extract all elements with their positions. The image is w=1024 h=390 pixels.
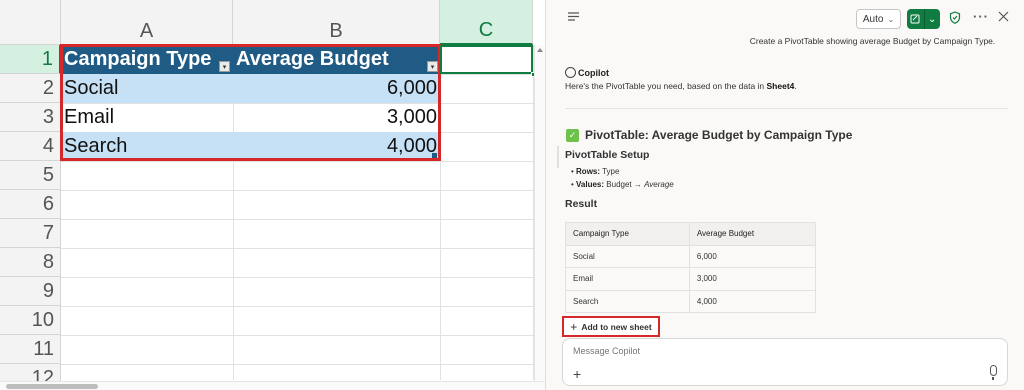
table-cell: Email	[565, 267, 690, 291]
chevron-down-icon[interactable]: ⌄	[923, 9, 941, 29]
row-header-7[interactable]: 7	[0, 219, 61, 248]
select-all-corner[interactable]	[0, 0, 61, 45]
values-value: Budget →	[606, 180, 645, 189]
quote-bar	[557, 146, 559, 168]
divider	[565, 108, 1008, 109]
row-header-2[interactable]: 2	[0, 74, 61, 103]
reply-prefix: Here's the PivotTable you need, based on…	[565, 81, 767, 91]
row-header-1[interactable]: 1	[0, 45, 61, 74]
reply-suffix: .	[794, 81, 797, 91]
result-heading: Result	[565, 198, 598, 210]
gridline	[61, 190, 533, 191]
column-header: Average Budget	[688, 222, 817, 246]
values-aggregation: Average	[644, 180, 674, 189]
rows-value: Type	[602, 167, 620, 176]
reply-sheet-name: Sheet4	[766, 81, 795, 91]
attach-plus-icon[interactable]: +	[573, 366, 581, 382]
pivot-result-table: Campaign Type Average Budget Social 6,00…	[565, 222, 817, 313]
column-header: Campaign Type	[565, 222, 690, 246]
table-cell: Social	[565, 244, 690, 268]
vertical-scrollbar[interactable]	[534, 45, 545, 381]
message-input[interactable]	[573, 346, 973, 356]
table-row: Email 3,000	[565, 267, 817, 291]
column-header-top-b	[233, 0, 440, 18]
table-row: Social 6,000	[565, 244, 817, 268]
row-header-5[interactable]: 5	[0, 161, 61, 190]
table-header-row: Campaign Type Average Budget	[565, 222, 817, 246]
row-header-6[interactable]: 6	[0, 190, 61, 219]
scroll-up-icon[interactable]	[537, 48, 543, 52]
table-row: Search 4,000	[565, 289, 817, 313]
edit-icon[interactable]	[907, 9, 924, 29]
copilot-logo-icon	[565, 67, 576, 78]
gridline	[61, 335, 533, 336]
shield-icon[interactable]	[949, 11, 961, 27]
user-message-bubble: Create a PivotTable showing average Budg…	[749, 36, 996, 46]
table-cell: 6,000	[688, 244, 817, 268]
column-header-b[interactable]: B	[233, 18, 440, 45]
values-label: Values:	[576, 180, 605, 189]
rows-label: Rows:	[576, 167, 601, 176]
column-header-top-a	[61, 0, 233, 18]
active-cell-c1[interactable]	[440, 45, 533, 74]
plus-icon: +	[570, 319, 578, 334]
row-header-9[interactable]: 9	[0, 277, 61, 306]
horizontal-scrollbar[interactable]	[0, 381, 545, 390]
add-to-new-sheet-button[interactable]: + Add to new sheet	[562, 316, 660, 337]
assistant-reply: Here's the PivotTable you need, based on…	[565, 81, 797, 91]
close-icon[interactable]	[998, 10, 1009, 25]
table-resize-handle[interactable]	[432, 153, 437, 158]
edit-mode-button[interactable]: ⌄	[907, 9, 940, 29]
assistant-name: Copilot	[578, 68, 609, 78]
scrollbar-thumb[interactable]	[6, 384, 98, 389]
column-header-a[interactable]: A	[61, 18, 233, 45]
result-title: PivotTable: Average Budget by Campaign T…	[585, 128, 853, 142]
add-to-new-sheet-label: Add to new sheet	[581, 321, 652, 332]
gridline	[61, 219, 533, 220]
setup-heading: PivotTable Setup	[565, 149, 650, 161]
gridline	[61, 306, 533, 307]
table-cell: 4,000	[688, 289, 817, 313]
setup-values-item: • Values: Budget → Average	[571, 180, 674, 189]
auto-mode-dropdown[interactable]: Auto ⌄	[856, 9, 901, 29]
gridline	[61, 248, 533, 249]
row-header-3[interactable]: 3	[0, 103, 61, 132]
auto-mode-label: Auto	[862, 13, 884, 25]
setup-rows-item: • Rows: Type	[571, 167, 620, 176]
menu-icon[interactable]	[567, 10, 580, 26]
column-header-c[interactable]: C	[440, 18, 533, 45]
gridline	[61, 161, 533, 162]
column-header-top-c	[440, 0, 533, 18]
message-composer[interactable]: +	[562, 338, 1008, 386]
row-header-11[interactable]: 11	[0, 335, 61, 364]
checkmark-icon: ✓	[566, 129, 579, 142]
gridline	[61, 364, 533, 365]
microphone-icon[interactable]	[990, 365, 997, 380]
row-header-4[interactable]: 4	[0, 132, 61, 161]
row-header-10[interactable]: 10	[0, 306, 61, 335]
table-cell: Search	[565, 289, 690, 313]
gridline	[61, 277, 533, 278]
table-highlight-outline	[60, 44, 441, 161]
table-cell: 3,000	[688, 267, 817, 291]
copilot-pane: Auto ⌄ ⌄ ··· Create a PivotTable showing…	[545, 0, 1024, 390]
row-header-8[interactable]: 8	[0, 248, 61, 277]
more-options-icon[interactable]: ···	[973, 9, 989, 24]
spreadsheet-grid[interactable]: A B C 1 2 3 4 5 6 7 8 9 10 11 12 Campaig…	[0, 0, 545, 390]
chevron-down-icon: ⌄	[887, 14, 895, 24]
